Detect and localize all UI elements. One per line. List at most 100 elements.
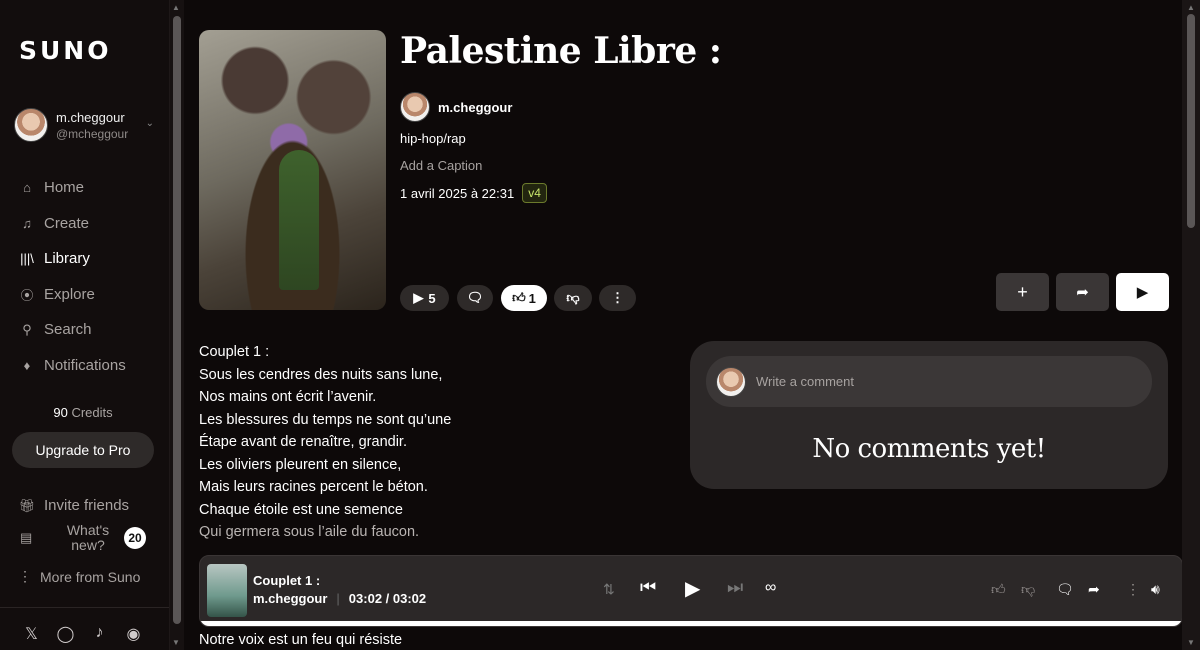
sidebar-item-explore[interactable]: ⦿ Explore <box>18 277 126 313</box>
divider: | <box>336 591 340 606</box>
gift-icon: 🎁︎ <box>18 497 36 513</box>
next-track-icon[interactable]: ⏭︎ <box>727 577 743 598</box>
plus-icon: + <box>1017 281 1028 302</box>
more-options-button[interactable]: ⋮ <box>599 285 636 311</box>
lyrics: Couplet 1 : Sous les cendres des nuits s… <box>199 341 451 544</box>
sidebar-item-create[interactable]: ♫ Create <box>18 206 126 242</box>
play-count-button[interactable]: ▶ 5 <box>400 285 449 311</box>
compass-icon: ⦿ <box>20 287 34 303</box>
more-vertical-icon[interactable]: ⋮ <box>1126 581 1140 598</box>
sidebar-item-home[interactable]: ⌂ Home <box>18 170 126 206</box>
add-to-playlist-button[interactable]: + <box>996 273 1049 311</box>
player-song-title[interactable]: Couplet 1 : <box>253 573 320 588</box>
lyric-line: Étape avant de renaître, grandir. <box>199 434 407 450</box>
sidebar-item-library[interactable]: |||\ Library <box>18 241 126 277</box>
thumbs-up-icon[interactable]: 👍︎ <box>991 581 1006 598</box>
credits-label: Credits <box>71 405 113 420</box>
date-text: 1 avril 2025 à 22:31 <box>400 185 515 201</box>
discord-icon[interactable]: ◉ <box>124 624 143 644</box>
scroll-down-icon[interactable]: ▼ <box>1187 638 1195 647</box>
player-artist[interactable]: m.cheggour <box>253 591 327 606</box>
cover-plant-shape <box>279 150 319 290</box>
comment-button[interactable]: 🗨︎ <box>457 285 493 311</box>
play-button[interactable]: ▶ <box>1116 273 1169 311</box>
sidebar-item-label: Home <box>44 179 85 197</box>
sidebar-item-label: Create <box>44 214 90 232</box>
thumbs-down-icon[interactable]: 👎︎ <box>1021 581 1035 598</box>
playback-progress-bar[interactable] <box>200 621 1182 626</box>
music-note-icon: ♫ <box>22 215 32 231</box>
credits-value: 90 <box>53 405 68 420</box>
play-count: 5 <box>428 290 436 306</box>
avatar <box>14 108 48 142</box>
empty-comments-message: No comments yet! <box>812 434 1046 464</box>
version-badge: v4 <box>522 183 547 203</box>
lyric-line: Couplet 1 : <box>199 344 270 360</box>
upgrade-button[interactable]: Upgrade to Pro <box>12 432 154 468</box>
lyric-line: Les blessures du temps ne sont qu’une <box>199 411 452 428</box>
x-icon[interactable]: 𝕏 <box>22 624 41 644</box>
like-button[interactable]: 👍︎ 1 <box>501 285 547 311</box>
home-icon: ⌂ <box>23 180 31 196</box>
scrollbar-thumb[interactable] <box>173 16 181 624</box>
profile-handle: @mcheggour <box>56 126 129 141</box>
sidebar-item-notifications[interactable]: ♦ Notifications <box>18 348 126 384</box>
more-label: More from Suno <box>40 568 141 585</box>
page-scrollbar[interactable]: ▲ ▼ <box>1182 0 1200 650</box>
dislike-button[interactable]: 👎︎ <box>554 285 592 311</box>
play-icon: ▶ <box>413 290 424 305</box>
invite-friends-link[interactable]: 🎁︎ Invite friends <box>18 488 129 524</box>
suno-logo[interactable]: SUNO <box>19 36 111 65</box>
scroll-up-icon[interactable]: ▲ <box>1187 3 1195 12</box>
sidebar-item-label: Explore <box>44 285 95 303</box>
profile-switcher[interactable]: m.cheggour @mcheggour ⌄ <box>14 106 164 144</box>
player-bar: Couplet 1 : m.cheggour | 03:02 / 03:02 ⇅… <box>199 555 1183 627</box>
player-time: 03:02 / 03:02 <box>348 591 427 606</box>
whats-new-link[interactable]: ▤ What's new? 20 <box>20 522 150 554</box>
share-icon: ➦ <box>1076 284 1089 301</box>
social-links: 𝕏 ◯ ♪ ◉ <box>22 624 143 644</box>
play-icon: ▶ <box>1136 284 1149 301</box>
comment-icon: 🗨︎ <box>466 290 484 305</box>
more-vertical-icon: ⋮ <box>18 568 32 584</box>
instagram-icon[interactable]: ◯ <box>56 624 75 644</box>
loop-icon[interactable]: ∞ <box>765 579 776 597</box>
chevron-down-icon[interactable]: ⌄ <box>146 118 154 129</box>
comments-panel: Write a comment No comments yet! <box>690 341 1168 489</box>
artist-link[interactable]: m.cheggour <box>400 92 512 122</box>
share-button[interactable]: ➦ <box>1056 273 1109 311</box>
more-vertical-icon: ⋮ <box>611 290 624 305</box>
sidebar-nav: ⌂ Home ♫ Create |||\ Library ⦿ Explore ⚲… <box>18 170 126 383</box>
lyric-line: Les oliviers pleurent en silence, <box>199 456 402 473</box>
divider <box>0 607 169 608</box>
comment-input[interactable]: Write a comment <box>706 356 1152 407</box>
sidebar-scrollbar[interactable]: ▲ ▼ <box>170 0 184 650</box>
sidebar-item-label: Search <box>44 321 92 339</box>
genre-tag[interactable]: hip-hop/rap <box>400 131 466 146</box>
player-meta: m.cheggour | 03:02 / 03:02 <box>253 591 426 606</box>
more-from-suno-link[interactable]: ⋮ More from Suno <box>18 568 140 585</box>
previous-track-icon[interactable]: ⏮︎ <box>640 577 656 598</box>
app-window: SUNO m.cheggour @mcheggour ⌄ ⌂ Home ♫ Cr… <box>0 0 1200 650</box>
volume-icon[interactable]: 🔊︎ <box>1151 581 1160 598</box>
share-icon[interactable]: ➦ <box>1088 581 1100 598</box>
caption-field[interactable]: Add a Caption <box>400 158 482 173</box>
play-icon[interactable]: ▶ <box>685 576 700 601</box>
song-cover-image <box>199 30 386 310</box>
repeat-icon[interactable]: ⇅ <box>603 581 615 598</box>
lyric-line: Sous les cendres des nuits sans lune, <box>199 366 443 383</box>
scroll-up-icon[interactable]: ▲ <box>172 3 180 12</box>
scroll-down-icon[interactable]: ▼ <box>172 638 180 647</box>
thumbs-up-icon: 👍︎ <box>512 290 526 305</box>
scrollbar-thumb[interactable] <box>1187 14 1195 228</box>
sidebar-item-search[interactable]: ⚲ Search <box>18 312 126 348</box>
like-count: 1 <box>528 290 536 306</box>
comment-icon[interactable]: 🗨︎ <box>1056 581 1074 598</box>
comment-placeholder: Write a comment <box>756 374 855 389</box>
tiktok-icon[interactable]: ♪ <box>90 624 109 644</box>
player-cover-image[interactable] <box>207 564 247 617</box>
whats-new-badge: 20 <box>124 527 146 549</box>
artist-name: m.cheggour <box>438 99 513 115</box>
bell-icon: ♦ <box>23 357 31 373</box>
lyric-line: Chaque étoile est une semence <box>199 501 403 518</box>
